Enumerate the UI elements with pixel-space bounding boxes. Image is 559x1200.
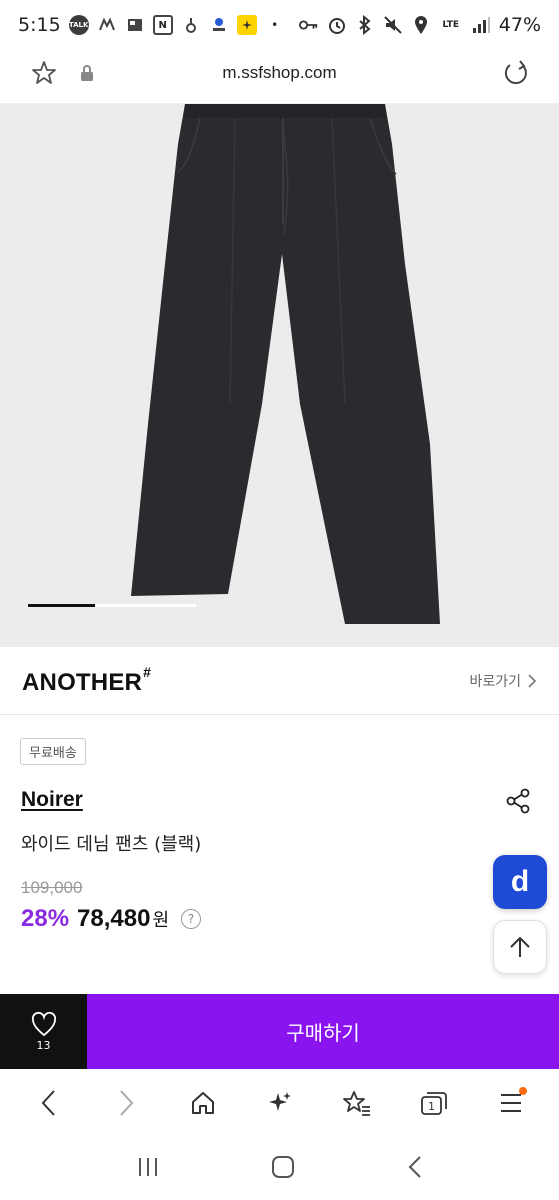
ai-sparkle-button[interactable] bbox=[258, 1081, 302, 1125]
url-field[interactable]: m.ssfshop.com bbox=[0, 63, 559, 83]
app-icon-yellow bbox=[236, 15, 257, 35]
share-icon[interactable] bbox=[503, 786, 533, 816]
product-name: 와이드 데님 팬츠 (블랙) bbox=[21, 834, 202, 855]
tabs-button[interactable]: 1 bbox=[412, 1081, 456, 1125]
app-notification-icon bbox=[97, 15, 117, 35]
browser-menu-button[interactable] bbox=[489, 1081, 533, 1125]
signal-icon bbox=[471, 15, 491, 35]
kakaotalk-icon: TALK bbox=[68, 15, 89, 35]
back-nav-icon bbox=[408, 1155, 421, 1178]
recent-apps-icon bbox=[138, 1157, 157, 1176]
currency-unit: 원 bbox=[152, 910, 170, 931]
product-image[interactable] bbox=[0, 104, 559, 647]
free-shipping-badge: 무료배송 bbox=[20, 738, 86, 765]
browser-toolbar: 1 bbox=[0, 1069, 559, 1137]
chevron-right-icon bbox=[528, 674, 537, 688]
home-button[interactable] bbox=[181, 1081, 225, 1125]
brand-logo[interactable]: ANOTHER# bbox=[22, 664, 151, 697]
carousel-progress-fill bbox=[28, 604, 96, 607]
status-time: 5:15 bbox=[18, 14, 61, 36]
svg-text:1: 1 bbox=[428, 1100, 435, 1113]
star-list-icon bbox=[342, 1091, 370, 1116]
heart-icon bbox=[31, 1011, 56, 1037]
d-label: d bbox=[510, 865, 530, 898]
brand-name: ANOTHER bbox=[22, 669, 143, 696]
price-row: 28% 78,480 원 ? bbox=[21, 905, 202, 933]
news-icon bbox=[125, 15, 145, 35]
wishlist-count: 13 bbox=[36, 1039, 51, 1052]
naver-icon: N bbox=[152, 15, 173, 35]
bluetooth-icon bbox=[355, 15, 375, 35]
alarm-icon bbox=[327, 15, 347, 35]
original-price: 109,000 bbox=[21, 878, 83, 897]
back-button[interactable] bbox=[27, 1081, 71, 1125]
tabs-icon: 1 bbox=[420, 1092, 447, 1115]
arrow-up-icon bbox=[510, 936, 530, 957]
battery-level: 47% bbox=[498, 14, 541, 36]
system-icons: LTE 47% bbox=[298, 14, 541, 36]
mute-icon bbox=[383, 15, 403, 35]
system-navigation-bar bbox=[0, 1137, 559, 1200]
forward-button[interactable] bbox=[104, 1081, 148, 1125]
sparkle-icon bbox=[268, 1092, 291, 1111]
hamburger-menu-icon bbox=[500, 1094, 521, 1112]
product-brand-link[interactable]: Noirer bbox=[21, 788, 83, 812]
brand-mark: # bbox=[143, 664, 152, 680]
app-icon-6 bbox=[181, 15, 201, 35]
app-icon-blue bbox=[209, 15, 229, 35]
brand-shortcut-link[interactable]: 바로가기 bbox=[469, 671, 537, 691]
lte-icon: LTE bbox=[442, 20, 460, 30]
key-icon bbox=[298, 15, 319, 35]
address-bar: m.ssfshop.com bbox=[0, 50, 559, 104]
reload-icon[interactable] bbox=[501, 58, 531, 92]
notification-icons: TALK N • bbox=[68, 15, 285, 35]
sale-price: 78,480 bbox=[77, 905, 151, 932]
more-notifications-icon: • bbox=[271, 18, 279, 32]
buy-button[interactable]: 구매하기 bbox=[87, 994, 559, 1069]
purchase-bar: 13 구매하기 bbox=[0, 994, 559, 1069]
image-carousel-progress bbox=[28, 604, 196, 607]
price-help-icon[interactable]: ? bbox=[181, 909, 202, 929]
scroll-top-button[interactable] bbox=[493, 920, 547, 974]
recent-apps-button[interactable] bbox=[136, 1156, 160, 1182]
back-nav-button[interactable] bbox=[407, 1155, 423, 1183]
home-nav-button[interactable] bbox=[271, 1155, 295, 1183]
location-icon bbox=[411, 15, 431, 35]
bookmarks-button[interactable] bbox=[335, 1081, 379, 1125]
home-icon bbox=[191, 1092, 214, 1114]
home-nav-icon bbox=[272, 1155, 295, 1178]
chevron-right-icon bbox=[119, 1090, 133, 1116]
wishlist-button[interactable]: 13 bbox=[0, 994, 87, 1069]
chevron-left-icon bbox=[41, 1090, 55, 1116]
menu-notice-dot bbox=[518, 1087, 527, 1095]
discount-rate: 28% bbox=[21, 905, 70, 932]
brand-shortcut-label: 바로가기 bbox=[469, 674, 521, 690]
pants-image bbox=[131, 104, 440, 624]
status-bar: 5:15 TALK N • LTE 47% bbox=[0, 0, 559, 50]
brand-row: ANOTHER# 바로가기 bbox=[0, 647, 559, 715]
d-floating-button[interactable]: d bbox=[493, 855, 547, 909]
